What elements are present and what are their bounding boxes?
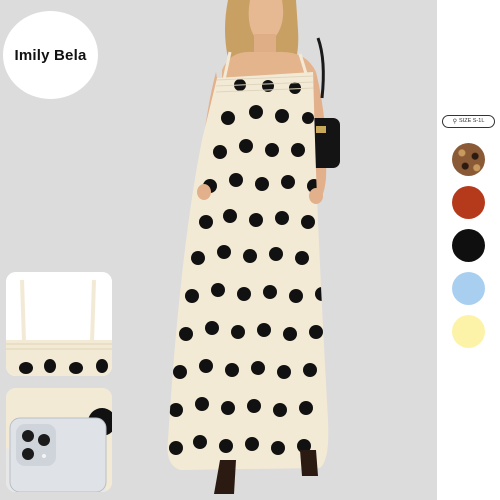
product-image-area: Imily Bela bbox=[0, 0, 437, 500]
size-tag[interactable]: ⚲ SIZE S-1L bbox=[442, 115, 495, 128]
swatch-leopard[interactable] bbox=[452, 143, 485, 176]
swatch-light-blue[interactable] bbox=[452, 272, 485, 305]
strap-detail-image bbox=[6, 272, 112, 376]
search-icon: ⚲ bbox=[452, 118, 458, 125]
thumbnail-strap-detail[interactable] bbox=[6, 272, 112, 376]
brand-name: Imily Bela bbox=[14, 46, 87, 64]
swatch-rust[interactable] bbox=[452, 186, 485, 219]
swatch-light-yellow[interactable] bbox=[452, 315, 485, 348]
fabric-detail-image bbox=[6, 388, 112, 492]
brand-logo: Imily Bela bbox=[3, 11, 98, 99]
model-dress-photo bbox=[167, 0, 340, 494]
size-tag-label: SIZE S-1L bbox=[459, 117, 485, 124]
thumbnail-fabric-detail[interactable] bbox=[6, 388, 112, 492]
swatch-black[interactable] bbox=[452, 229, 485, 262]
